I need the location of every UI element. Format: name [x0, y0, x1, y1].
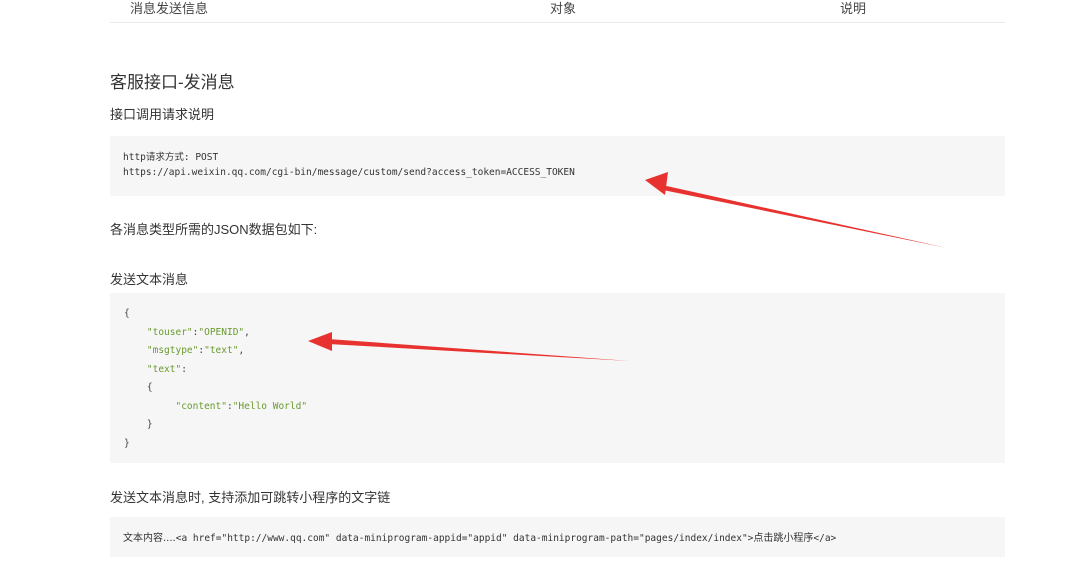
json-key: "touser" — [146, 326, 193, 338]
code-tag: <a href="http://www.qq.com" data-minipro… — [175, 533, 754, 544]
json-value: "text" — [204, 345, 239, 356]
table-cell: 消息发送信息 — [130, 1, 209, 16]
json-key: "text" — [146, 363, 182, 375]
send-text-heading: 发送文本消息 — [110, 272, 189, 287]
code-link-text: 点击跳小程序 — [753, 533, 814, 544]
code-brace: } — [146, 419, 153, 430]
code-brace: { — [146, 382, 153, 393]
table-cell: 说明 — [840, 1, 867, 16]
code-line: "content":"Hello World" — [175, 400, 308, 412]
miniprogram-heading: 发送文本消息时, 支持添加可跳转小程序的文字链 — [110, 490, 391, 505]
code-line: } — [124, 435, 1005, 454]
json-value: "Hello World" — [232, 400, 308, 412]
json-intro-text: 各消息类型所需的JSON数据包如下: — [110, 222, 318, 237]
table-row-partial: 消息发送信息 对象 说明 — [110, 0, 1005, 23]
http-url-line: https://api.weixin.qq.com/cgi-bin/messag… — [123, 167, 575, 178]
json-key: "msgtype" — [146, 345, 199, 356]
json-value: "OPENID" — [198, 326, 245, 338]
code-line: { — [124, 379, 1005, 398]
section-title: 客服接口-发消息 — [110, 73, 235, 92]
text-message-code-block[interactable]: { "touser":"OPENID", "msgtype":"text", "… — [110, 293, 1005, 463]
code-line: } — [124, 416, 1005, 435]
code-line: "msgtype":"text", — [146, 345, 245, 356]
code-line: 文本内容....<a href="http://www.qq.com" data… — [123, 531, 1005, 546]
code-prefix: 文本内容.... — [123, 533, 176, 544]
code-brace: } — [124, 437, 130, 449]
code-brace: { — [124, 308, 130, 319]
code-line: { — [124, 305, 1005, 324]
code-close-tag: </a> — [813, 533, 837, 544]
http-method-line: http请求方式: POST — [123, 152, 219, 163]
api-call-heading: 接口调用请求说明 — [110, 107, 215, 122]
code-line: "text": — [146, 363, 187, 375]
code-line: "touser":"OPENID", — [146, 326, 250, 338]
json-key: "content" — [175, 400, 227, 412]
miniprogram-code-block[interactable]: 文本内容....<a href="http://www.qq.com" data… — [110, 517, 1005, 557]
http-request-code-block[interactable]: http请求方式: POST https://api.weixin.qq.com… — [110, 136, 1005, 196]
table-cell: 对象 — [550, 1, 577, 16]
